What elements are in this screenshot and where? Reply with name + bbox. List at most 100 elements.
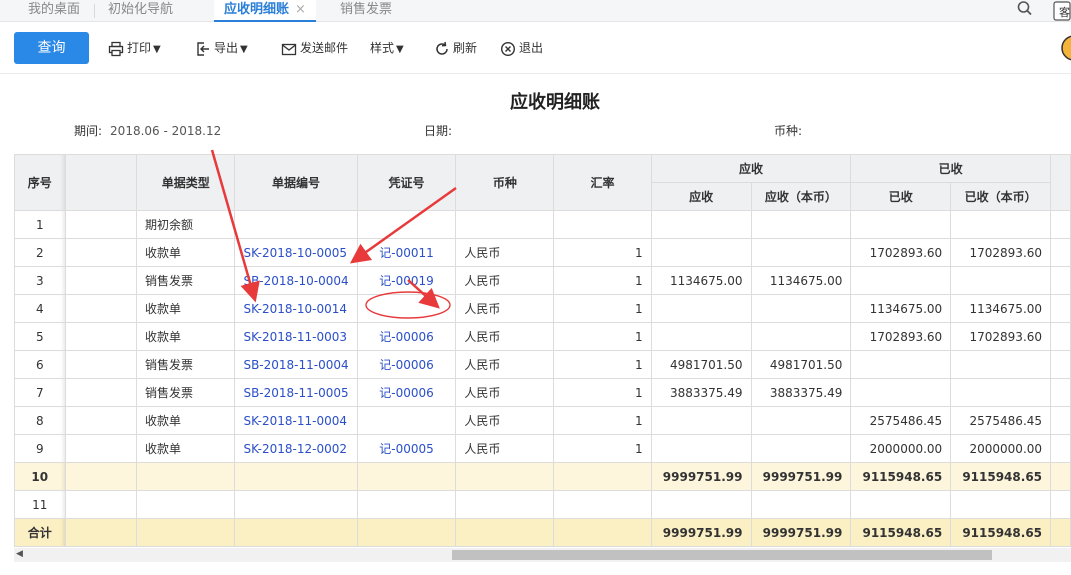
- export-button[interactable]: 导出 ▼: [195, 38, 248, 58]
- column-header-doc-no[interactable]: 单据编号: [234, 154, 358, 211]
- rate-cell: 1: [553, 378, 652, 407]
- row-blank-cell: [64, 266, 138, 295]
- receivable-detail-table: 序号 单据类型 单据编号 凭证号 币种 汇率 应收 已收 应收 应收（本币） 已…: [14, 154, 1071, 547]
- chevron-down-icon: ▼: [240, 44, 248, 55]
- toolbar: 查询 打印 ▼ 导出 ▼ 发送邮件 样式 ▼ 刷新 退出: [0, 22, 1071, 74]
- row-seq-cell: 7: [14, 378, 66, 407]
- subtotal-row[interactable]: 10 9999751.99 9999751.99 9115948.65 9115948.…: [14, 462, 1071, 491]
- empty-cell: [455, 518, 555, 547]
- doc-no-link[interactable]: SB-2018-11-0004: [234, 350, 358, 379]
- table-row[interactable]: 3 销售发票 SB-2018-10-0004 记-00019 人民币 1 1134675.0…: [14, 266, 1071, 295]
- row-seq-cell: 1: [14, 210, 66, 239]
- tab-init-guide[interactable]: 初始化导航: [108, 0, 173, 22]
- table-row[interactable]: 1 期初余额: [14, 210, 1071, 239]
- row-seq-cell: 3: [14, 266, 66, 295]
- table-row[interactable]: 4 收款单 SK-2018-10-0014 人民币 1 1134675.00 1134675…: [14, 294, 1071, 323]
- received-local-cell: [950, 210, 1052, 239]
- customer-service-icon[interactable]: 客: [1052, 0, 1071, 22]
- column-header-blank[interactable]: [64, 154, 138, 211]
- empty-cell: [650, 490, 752, 519]
- coin-icon[interactable]: [1058, 32, 1071, 68]
- table-row[interactable]: 6 销售发票 SB-2018-11-0004 记-00006 人民币 1 4981701.5…: [14, 350, 1071, 379]
- received-cell: 2000000.00: [850, 434, 952, 463]
- rate-cell: 1: [553, 238, 652, 267]
- doc-no-link[interactable]: SK-2018-10-0014: [234, 294, 358, 323]
- table-row[interactable]: 2 收款单 SK-2018-10-0005 记-00011 人民币 1 1702893.60…: [14, 238, 1071, 267]
- refresh-button[interactable]: 刷新: [434, 38, 477, 58]
- row-blank-cell: [64, 238, 138, 267]
- scroll-left-icon[interactable]: ◀: [16, 549, 23, 559]
- close-circle-icon: [500, 41, 516, 56]
- voucher-link[interactable]: 记-00006: [356, 322, 457, 351]
- column-header-doc-type[interactable]: 单据类型: [136, 154, 236, 211]
- voucher-link[interactable]: 记-00005: [356, 434, 457, 463]
- received-local-cell: 1702893.60: [950, 238, 1052, 267]
- table-row[interactable]: 9 收款单 SK-2018-12-0002 记-00005 人民币 1 2000000.00…: [14, 434, 1071, 463]
- column-header-currency[interactable]: 币种: [455, 154, 555, 211]
- empty-cell: [136, 462, 236, 491]
- column-header-received[interactable]: 已收: [850, 182, 952, 211]
- print-button[interactable]: 打印 ▼: [108, 38, 161, 58]
- exit-button[interactable]: 退出: [500, 38, 543, 58]
- doc-no-link[interactable]: SB-2018-11-0005: [234, 378, 358, 407]
- doc-type-cell: 收款单: [136, 434, 236, 463]
- row-seq-cell: 5: [14, 322, 66, 351]
- doc-no-link[interactable]: SK-2018-10-0005: [234, 238, 358, 267]
- tab-sales-invoice[interactable]: 销售发票: [340, 0, 392, 22]
- row-seq-cell: 11: [14, 490, 66, 519]
- doc-no-link[interactable]: SK-2018-12-0002: [234, 434, 358, 463]
- column-header-receivable-local[interactable]: 应收（本币）: [750, 182, 852, 211]
- voucher-link[interactable]: [356, 406, 457, 435]
- query-button[interactable]: 查询: [14, 32, 89, 64]
- received-total: 9115948.65: [850, 518, 952, 547]
- doc-no-link[interactable]: SK-2018-11-0004: [234, 406, 358, 435]
- doc-type-cell: 销售发票: [136, 378, 236, 407]
- table-row[interactable]: 8 收款单 SK-2018-11-0004 人民币 1 2575486.45 2575486…: [14, 406, 1071, 435]
- voucher-link[interactable]: 记-00006: [356, 350, 457, 379]
- style-dropdown[interactable]: 样式 ▼: [370, 38, 404, 58]
- empty-cell: [455, 490, 555, 519]
- voucher-link[interactable]: [356, 294, 457, 323]
- table-row[interactable]: 11: [14, 490, 1071, 519]
- column-header-seq[interactable]: 序号: [14, 154, 66, 211]
- close-icon[interactable]: ×: [295, 2, 306, 17]
- receivable-local-cell: 1134675.00: [750, 266, 852, 295]
- currency-cell: [455, 210, 555, 239]
- column-header-voucher[interactable]: 凭证号: [356, 154, 457, 211]
- table-row[interactable]: 5 收款单 SK-2018-11-0003 记-00006 人民币 1 1702893.60…: [14, 322, 1071, 351]
- receivable-cell: 9999751.99: [650, 462, 752, 491]
- column-header-received-local[interactable]: 已收（本币）: [950, 182, 1052, 211]
- receivable-local-cell: 3883375.49: [750, 378, 852, 407]
- tab-my-desktop[interactable]: 我的桌面: [28, 0, 80, 22]
- tab-divider: [94, 4, 95, 18]
- doc-no-link[interactable]: SK-2018-11-0003: [234, 322, 358, 351]
- horizontal-scrollbar[interactable]: ◀: [14, 548, 1071, 562]
- row-blank-cell: [64, 434, 138, 463]
- doc-no-link[interactable]: SB-2018-10-0004: [234, 266, 358, 295]
- voucher-link[interactable]: 记-00011: [356, 238, 457, 267]
- receivable-local-cell: [750, 238, 852, 267]
- voucher-link[interactable]: [356, 210, 457, 239]
- overflow-cell: [1050, 238, 1071, 267]
- tab-receivable-detail[interactable]: 应收明细账 ×: [214, 0, 316, 22]
- received-cell: [850, 210, 952, 239]
- send-email-button[interactable]: 发送邮件: [281, 38, 348, 58]
- receivable-local-total: 9999751.99: [750, 518, 852, 547]
- currency-label: 币种:: [774, 124, 803, 138]
- overflow-cell: [1050, 462, 1071, 491]
- row-seq-cell: 6: [14, 350, 66, 379]
- received-cell: [850, 378, 952, 407]
- doc-no-link[interactable]: [234, 210, 358, 239]
- received-local-cell: 2575486.45: [950, 406, 1052, 435]
- receivable-cell: [650, 322, 752, 351]
- table-row[interactable]: 7 销售发票 SB-2018-11-0005 记-00006 人民币 1 3883375.4…: [14, 378, 1071, 407]
- voucher-link[interactable]: 记-00006: [356, 378, 457, 407]
- column-header-receivable[interactable]: 应收: [650, 182, 752, 211]
- chevron-down-icon: ▼: [396, 44, 404, 55]
- column-header-rate[interactable]: 汇率: [553, 154, 652, 211]
- rate-cell: 1: [553, 350, 652, 379]
- voucher-link[interactable]: 记-00019: [356, 266, 457, 295]
- receivable-cell: 1134675.00: [650, 266, 752, 295]
- scrollbar-thumb[interactable]: [452, 550, 992, 560]
- search-icon[interactable]: [1016, 0, 1034, 22]
